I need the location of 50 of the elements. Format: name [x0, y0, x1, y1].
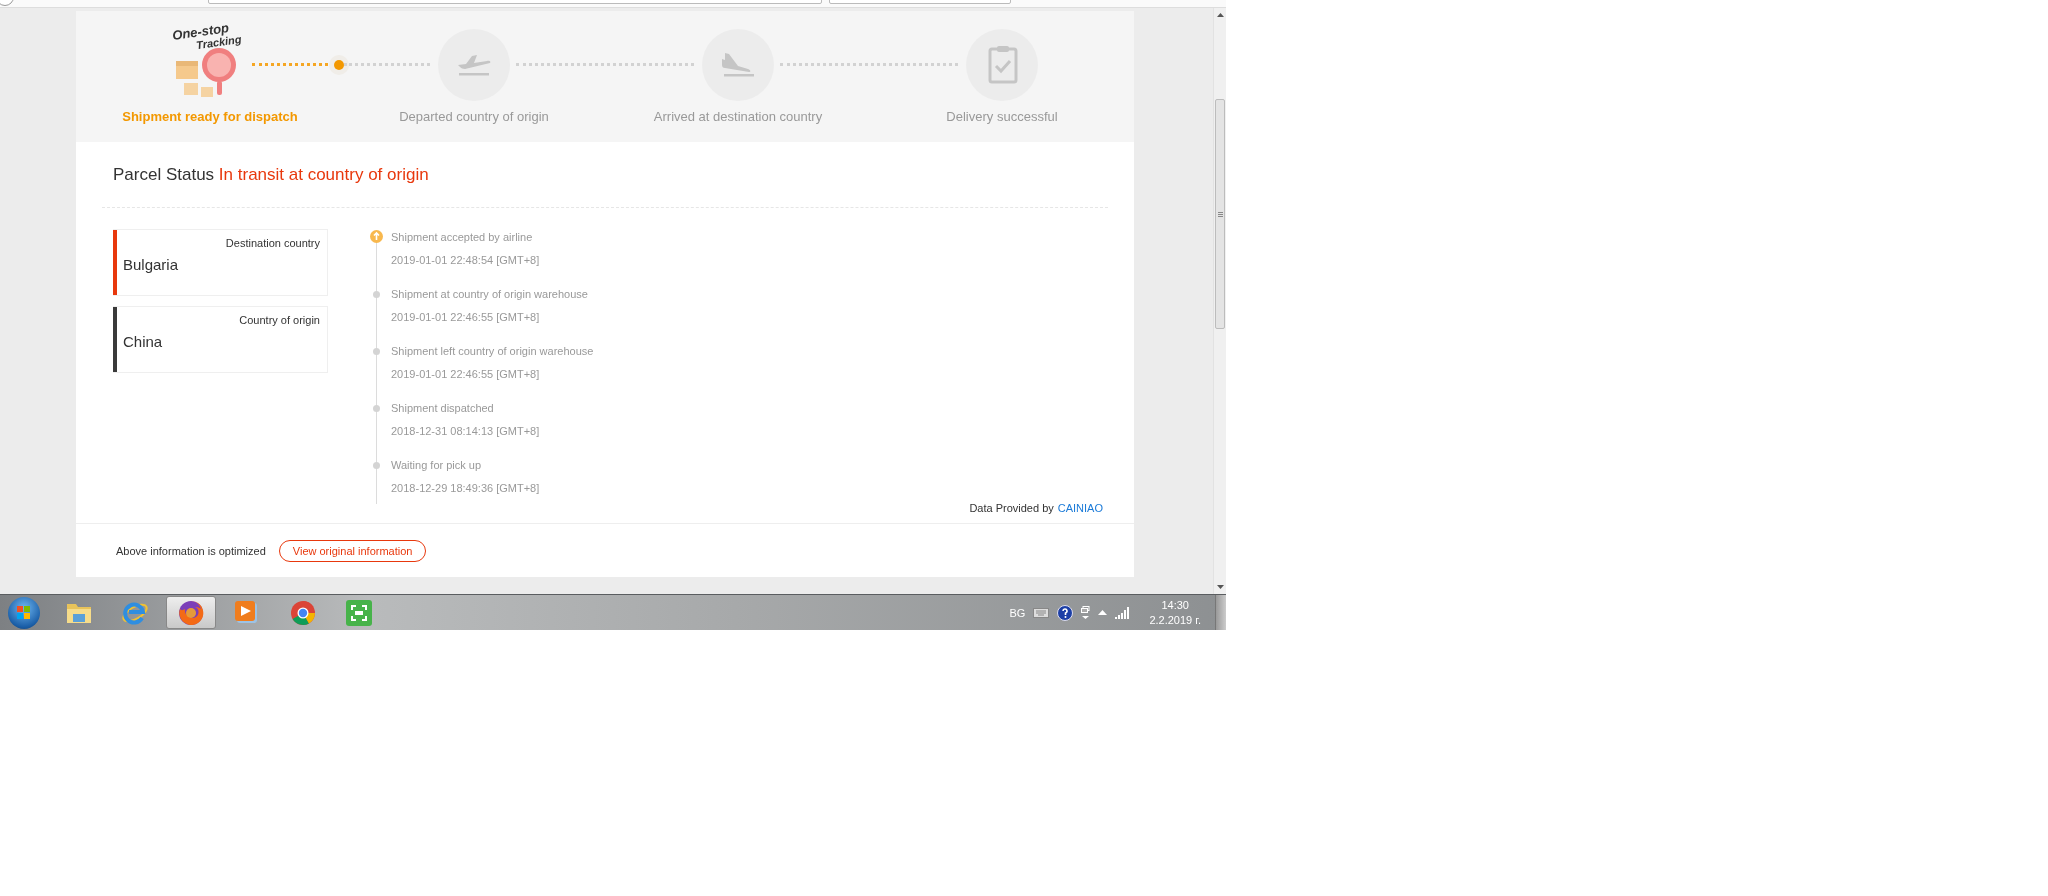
country-label: Country of origin	[239, 313, 320, 327]
caret-down-icon	[1216, 585, 1224, 589]
plane-landing-icon	[721, 51, 755, 79]
status-label: Parcel Status	[113, 165, 215, 184]
country-label: Destination country	[225, 236, 320, 250]
caret-up-icon	[1216, 13, 1224, 17]
start-button[interactable]	[8, 596, 40, 629]
windows-stack-icon[interactable]	[1081, 605, 1091, 620]
keyboard-icon[interactable]	[1033, 607, 1050, 618]
event-title: Shipment dispatched	[391, 401, 495, 416]
clipboard-check-icon	[986, 45, 1018, 85]
step-label: Departed country of origin	[399, 108, 549, 124]
view-original-button[interactable]: View original information	[278, 539, 427, 562]
optimized-note: Above information is optimized	[116, 544, 266, 557]
language-indicator[interactable]: BG	[1009, 606, 1026, 619]
step-label: Delivery successful	[946, 108, 1058, 124]
event-title: Shipment at country of origin warehouse	[391, 287, 588, 302]
clock-time: 14:30	[1161, 597, 1189, 613]
provider-link[interactable]: CAINIAO	[1057, 500, 1103, 516]
timeline-dot	[373, 461, 380, 469]
plane-takeoff-icon	[456, 52, 492, 77]
help-icon[interactable]	[1057, 604, 1074, 621]
taskbar-button[interactable]	[166, 596, 216, 629]
frame-corners-icon	[344, 597, 374, 628]
status-value: In transit at country of origin	[218, 165, 429, 184]
arrow-circle-icon	[370, 230, 383, 243]
event-time: 2018-12-31 08:14:13 [GMT+8]	[391, 424, 540, 439]
timeline-dot	[373, 347, 380, 355]
event-time: 2019-01-01 22:48:54 [GMT+8]	[391, 253, 540, 268]
step-label: Shipment ready for dispatch	[122, 108, 298, 124]
windows-flag-icon	[17, 605, 31, 620]
caret-up-icon[interactable]	[1098, 610, 1108, 615]
country-name: China	[123, 333, 164, 350]
event-time: 2018-12-29 18:49:36 [GMT+8]	[391, 481, 540, 496]
timeline-dot	[373, 404, 380, 412]
event-title: Waiting for pick up	[391, 458, 483, 473]
provider-label: Data Provided by	[969, 501, 1054, 516]
scroll-thumb[interactable]	[1215, 99, 1225, 329]
event-title: Shipment left country of origin warehouse	[391, 344, 594, 359]
clock[interactable]: 14:30 2.2.2019 г.	[1149, 597, 1201, 628]
signal-icon[interactable]	[1115, 606, 1130, 619]
show-desktop-button[interactable]	[1215, 595, 1226, 630]
grip-icon	[1217, 211, 1223, 217]
event-time: 2019-01-01 22:46:55 [GMT+8]	[391, 367, 541, 382]
step-label: Arrived at destination country	[653, 108, 823, 124]
clock-date: 2.2.2019 г.	[1149, 612, 1201, 628]
event-time: 2019-01-01 22:46:55 [GMT+8]	[391, 310, 541, 325]
timeline-dot	[373, 290, 380, 298]
country-name: Bulgaria	[123, 256, 180, 273]
event-title: Shipment accepted by airline	[391, 230, 534, 245]
